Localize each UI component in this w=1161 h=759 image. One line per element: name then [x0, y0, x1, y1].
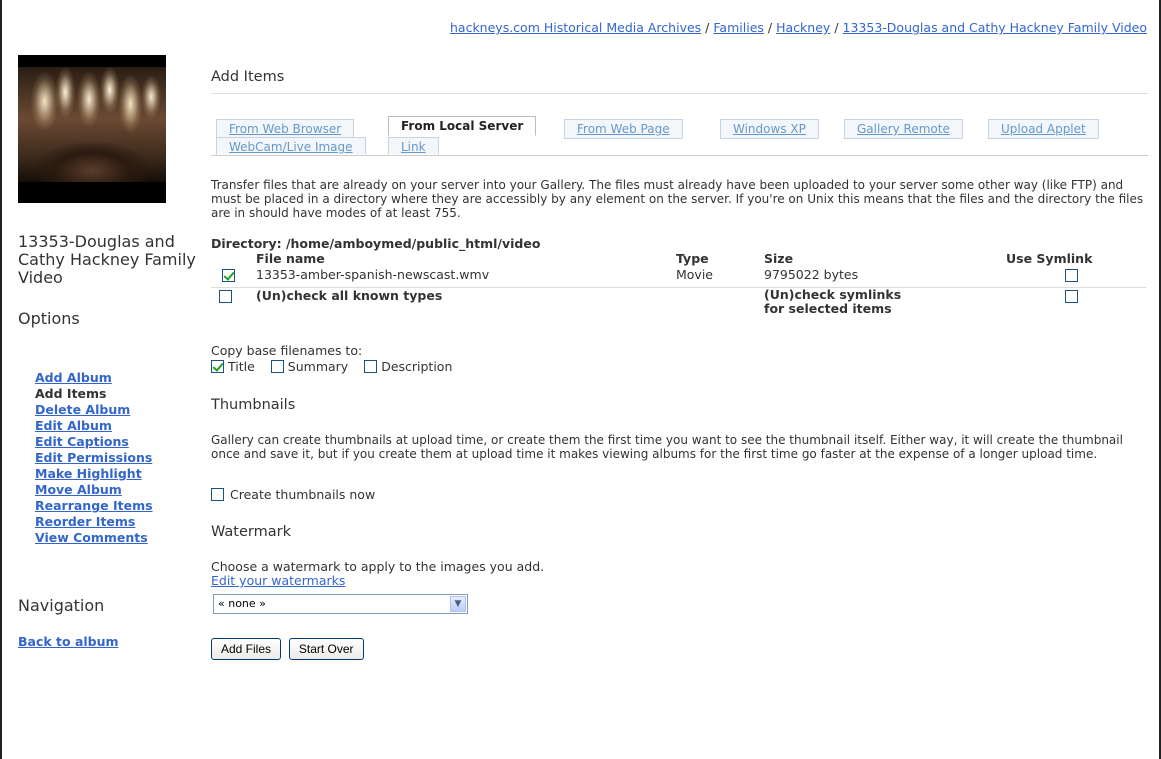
- tab-upload-applet[interactable]: Upload Applet: [988, 119, 1099, 139]
- copy-to-summary-label: Summary: [287, 359, 349, 374]
- breadcrumb-link-hackney[interactable]: Hackney: [776, 20, 830, 35]
- tab-from-web-browser[interactable]: From Web Browser: [216, 119, 355, 139]
- tab-gallery-remote[interactable]: Gallery Remote: [844, 119, 963, 139]
- check-symlinks-label-line2: for selected items: [764, 300, 892, 316]
- options-heading: Options: [18, 309, 80, 328]
- file-table: File name Type Size Use Symlink 13353-am…: [211, 251, 1146, 323]
- column-use-symlink: Use Symlink: [1006, 251, 1093, 266]
- tab-from-local-server[interactable]: From Local Server: [388, 116, 537, 136]
- option-edit-permissions[interactable]: Edit Permissions: [35, 450, 193, 466]
- create-thumbnails-option[interactable]: Create thumbnails now: [211, 487, 1148, 502]
- check-all-label: (Un)check all known types: [256, 286, 676, 323]
- watermark-description-text: Choose a watermark to apply to the image…: [211, 559, 545, 574]
- file-table-header: File name Type Size Use Symlink: [211, 251, 1146, 267]
- create-thumbnails-label: Create thumbnails now: [230, 487, 376, 502]
- copy-to-description-option[interactable]: Description: [364, 359, 452, 374]
- file-name: 13353-amber-spanish-newscast.wmv: [256, 267, 490, 282]
- back-to-album-link[interactable]: Back to album: [18, 634, 193, 649]
- add-files-button[interactable]: Add Files: [211, 638, 282, 660]
- copy-base-label: Copy base filenames to:: [211, 343, 363, 358]
- edit-watermarks-link[interactable]: Edit your watermarks: [211, 574, 345, 588]
- check-all-checkbox[interactable]: [219, 289, 232, 303]
- window-border-left: [0, 0, 2, 759]
- check-all-symlinks-checkbox[interactable]: [1065, 289, 1078, 303]
- check-symlinks-label: (Un)check symlinks for selected items: [764, 286, 964, 323]
- breadcrumb-separator: /: [767, 20, 773, 35]
- option-edit-captions[interactable]: Edit Captions: [35, 434, 193, 450]
- check-all-row: (Un)check all known types (Un)check syml…: [211, 286, 1146, 323]
- navigation-heading: Navigation: [18, 596, 105, 615]
- copy-to-description-label: Description: [381, 359, 453, 374]
- breadcrumb-separator: /: [834, 20, 839, 35]
- option-add-items: Add Items: [35, 386, 107, 401]
- option-make-highlight[interactable]: Make Highlight: [35, 466, 193, 482]
- chevron-down-icon[interactable]: ▼: [450, 596, 466, 612]
- tab-link[interactable]: Link: [388, 137, 439, 155]
- option-add-album[interactable]: Add Album: [35, 370, 193, 386]
- file-type: Movie: [676, 267, 713, 282]
- column-file-name: File name: [256, 251, 325, 266]
- form-buttons: Add Files Start Over: [211, 638, 1148, 660]
- start-over-button[interactable]: Start Over: [288, 638, 364, 660]
- sidebar: 13353-Douglas and Cathy Hackney Family V…: [18, 55, 196, 649]
- page-title: Add Items: [211, 69, 1148, 94]
- copy-to-summary-option[interactable]: Summary: [270, 359, 349, 374]
- option-rearrange-items[interactable]: Rearrange Items: [35, 498, 193, 514]
- options-list: Add Album Add Items Delete Album Edit Al…: [18, 370, 193, 546]
- breadcrumb-separator: /: [705, 20, 710, 35]
- breadcrumb-link-album[interactable]: 13353-Douglas and Cathy Hackney Family V…: [843, 20, 1147, 35]
- upload-tabs: From Web Browser From Local Server From …: [211, 116, 1148, 156]
- symlink-checkbox[interactable]: [1065, 269, 1078, 282]
- directory-path: Directory: /home/amboymed/public_html/vi…: [211, 236, 541, 251]
- thumbnails-heading: Thumbnails: [211, 397, 296, 413]
- copy-to-summary-checkbox[interactable]: [270, 360, 284, 373]
- create-thumbnails-checkbox[interactable]: [211, 488, 224, 501]
- table-row: 13353-amber-spanish-newscast.wmv Movie 9…: [211, 267, 1146, 287]
- breadcrumb-link-archives[interactable]: hackneys.com Historical Media Archives: [450, 20, 701, 35]
- option-edit-album[interactable]: Edit Album: [35, 418, 193, 434]
- thumbnails-description: Gallery can create thumbnails at upload …: [211, 433, 1123, 461]
- check-symlinks-label-line1: (Un)check symlinks: [764, 286, 902, 302]
- watermark-select[interactable]: « none » ▼: [213, 594, 468, 614]
- option-view-comments[interactable]: View Comments: [35, 530, 193, 546]
- option-delete-album[interactable]: Delete Album: [35, 402, 193, 418]
- column-size: Size: [764, 251, 794, 266]
- copy-base-filenames: Copy base filenames to: Title Summary De…: [211, 343, 1148, 375]
- watermark-selected-value: « none »: [218, 597, 266, 610]
- copy-to-description-checkbox[interactable]: [364, 360, 378, 373]
- column-type: Type: [676, 251, 709, 266]
- tab-webcam-live-image[interactable]: WebCam/Live Image: [216, 137, 366, 155]
- copy-to-title-checkbox[interactable]: [211, 360, 224, 373]
- breadcrumb: hackneys.com Historical Media Archives / F…: [450, 20, 1147, 35]
- tab-windows-xp[interactable]: Windows XP: [720, 119, 819, 139]
- watermark-heading: Watermark: [211, 524, 291, 540]
- birthday-candles-image: [18, 67, 166, 182]
- option-reorder-items[interactable]: Reorder Items: [35, 514, 193, 530]
- copy-to-title-option[interactable]: Title: [211, 359, 255, 374]
- breadcrumb-link-families[interactable]: Families: [713, 20, 764, 35]
- option-move-album[interactable]: Move Album: [35, 482, 193, 498]
- copy-to-title-label: Title: [228, 359, 255, 374]
- main-content: Add Items From Web Browser From Local Se…: [208, 55, 1148, 660]
- album-thumbnail[interactable]: [18, 55, 166, 203]
- file-select-checkbox[interactable]: [222, 269, 235, 282]
- local-server-description: Transfer files that are already on your …: [211, 178, 1144, 220]
- watermark-description: Choose a watermark to apply to the image…: [211, 560, 1148, 588]
- file-size: 9795022 bytes: [764, 267, 859, 282]
- tab-from-web-page[interactable]: From Web Page: [564, 119, 683, 139]
- album-title: 13353-Douglas and Cathy Hackney Family V…: [18, 232, 196, 287]
